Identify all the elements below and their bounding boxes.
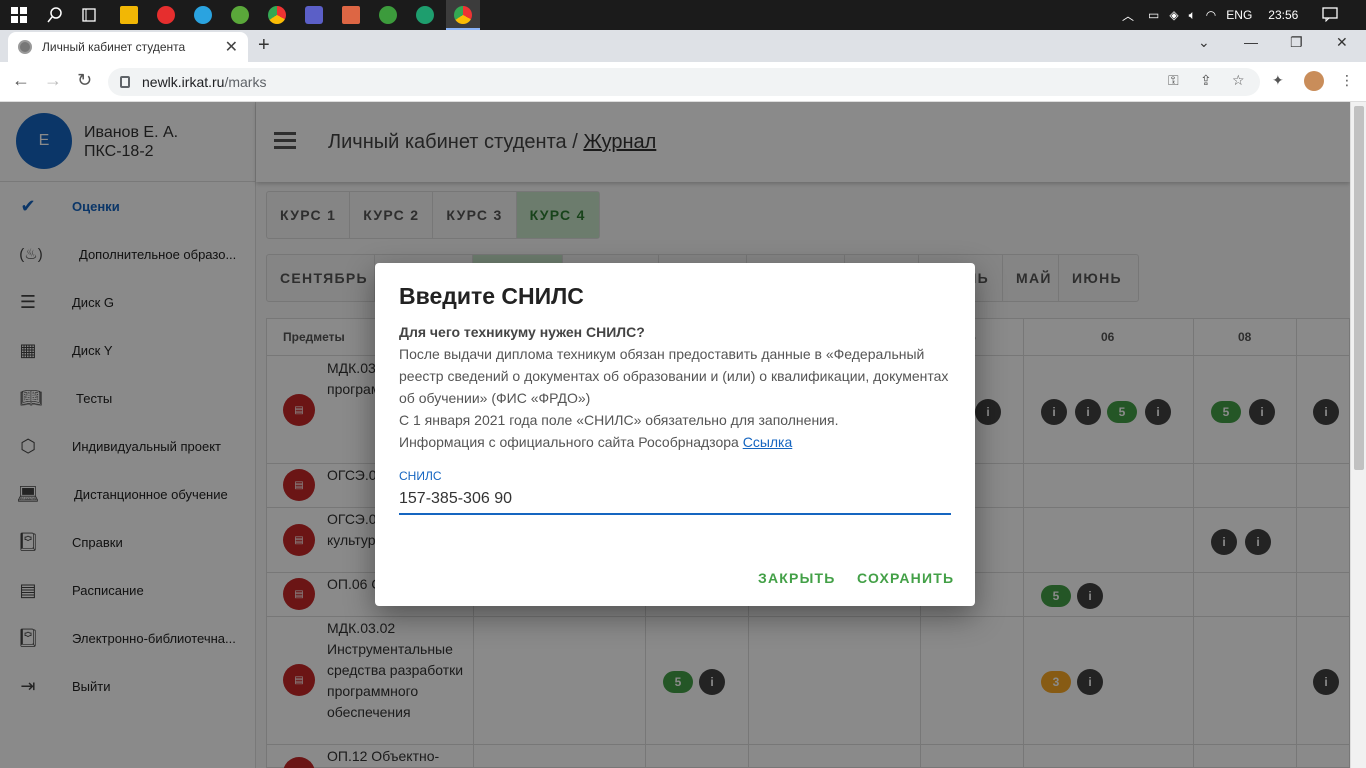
dialog-text: С 1 января 2021 года поле «СНИЛС» обязат…	[399, 412, 839, 428]
notification-icon[interactable]	[1322, 6, 1338, 25]
search-icon[interactable]	[40, 3, 70, 27]
yandex-browser-icon[interactable]	[157, 6, 175, 24]
page-scrollbar[interactable]	[1350, 102, 1366, 768]
reload-icon[interactable]: ↻	[77, 70, 92, 91]
battery-icon[interactable]: ▭	[1148, 8, 1159, 22]
forward-icon[interactable]: →	[44, 70, 62, 91]
windows-start-icon[interactable]	[4, 3, 34, 27]
snils-input[interactable]	[399, 485, 951, 515]
dialog-title: Введите СНИЛС	[399, 283, 584, 309]
tab-strip: Личный кабинет студента ✕ + ⌄ — ❐ ✕	[0, 30, 1366, 62]
volume-icon[interactable]: 🔈︎	[1189, 8, 1196, 23]
close-tab-icon[interactable]: ✕	[225, 37, 238, 57]
wifi-icon[interactable]: ◠	[1206, 8, 1216, 22]
app-teal-icon[interactable]	[416, 6, 434, 24]
globe-icon	[18, 40, 32, 54]
avatar-icon[interactable]	[1304, 71, 1324, 91]
url-host: newlk.irkat.ru	[142, 74, 225, 90]
extensions-icon[interactable]: ✦	[1272, 72, 1284, 89]
lock-icon[interactable]	[120, 76, 130, 88]
dialog-body: После выдачи диплома техникум обязан пре…	[399, 343, 959, 453]
close-window-icon[interactable]: ✕	[1336, 34, 1348, 51]
menu-kebab-icon[interactable]: ⋮	[1340, 72, 1354, 89]
star-icon[interactable]: ☆	[1232, 72, 1245, 89]
chrome-icon[interactable]	[268, 6, 286, 24]
dialog-text: После выдачи диплома техникум обязан пре…	[399, 346, 949, 406]
system-tray: ︿ ▭ ◈ 🔈︎ ◠ ENG 23:56	[1122, 0, 1338, 30]
dialog-question: Для чего техникуму нужен СНИЛС?	[399, 324, 645, 340]
file-explorer-icon[interactable]	[120, 6, 138, 24]
clock[interactable]: 23:56	[1268, 8, 1298, 22]
chevron-up-icon[interactable]: ︿	[1122, 7, 1134, 24]
restore-icon[interactable]: ❐	[1290, 34, 1303, 51]
chrome-icon	[454, 6, 472, 24]
save-button[interactable]: СОХРАНИТЬ	[857, 570, 954, 586]
close-button[interactable]: ЗАКРЫТЬ	[758, 570, 835, 586]
back-icon[interactable]: ←	[12, 70, 30, 91]
url-path: /marks	[224, 74, 267, 90]
minimize-icon[interactable]: —	[1244, 34, 1258, 50]
source-link[interactable]: Ссылка	[743, 434, 793, 450]
language-indicator[interactable]: ENG	[1226, 8, 1252, 22]
share-icon[interactable]: ⇪	[1200, 72, 1212, 89]
key-icon[interactable]: ⚿	[1168, 72, 1179, 89]
address-bar: ← → ↻ newlk.irkat.ru/marks ⚿ ⇪ ☆ ✦ ⋮	[0, 62, 1366, 102]
utorrent-icon[interactable]	[231, 6, 249, 24]
tab-search-icon[interactable]: ⌄	[1198, 34, 1210, 51]
dialog-source: Информация с официального сайта Рособрна…	[399, 431, 959, 453]
snils-label: СНИЛС	[399, 469, 442, 483]
scrollbar-thumb[interactable]	[1354, 106, 1364, 470]
tab-title: Личный кабинет студента	[42, 40, 186, 54]
url-field[interactable]: newlk.irkat.ru/marks	[108, 68, 1260, 96]
active-chrome-task[interactable]	[446, 0, 480, 30]
taskbar: ︿ ▭ ◈ 🔈︎ ◠ ENG 23:56	[0, 0, 1366, 30]
task-view-icon[interactable]	[74, 3, 104, 27]
dialog-text: Информация с официального сайта Рособрна…	[399, 434, 739, 450]
shield-icon[interactable]: ◈	[1169, 8, 1178, 22]
telegram-icon[interactable]	[194, 6, 212, 24]
teams-icon[interactable]	[305, 6, 323, 24]
new-tab-button[interactable]: +	[258, 34, 270, 57]
app-green-icon[interactable]	[379, 6, 397, 24]
snils-dialog: Введите СНИЛС Для чего техникуму нужен С…	[375, 263, 975, 606]
app-icon[interactable]	[342, 6, 360, 24]
browser-tab[interactable]: Личный кабинет студента ✕	[8, 32, 248, 62]
app-root: Е Иванов Е. А. ПКС-18-2 ✔ Оценки (♨) Доп…	[0, 102, 1350, 768]
